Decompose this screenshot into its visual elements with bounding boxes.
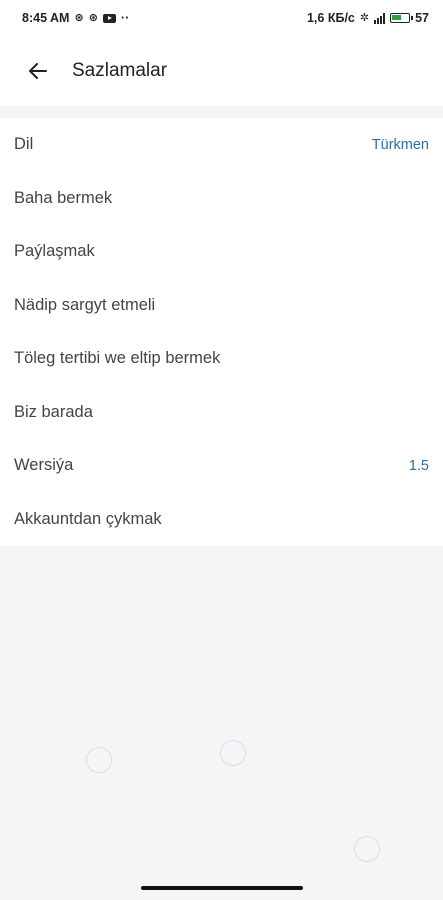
network-speed: 1,6 КБ/с xyxy=(306,11,355,25)
settings-item-label: Töleg tertibi we eltip bermek xyxy=(14,349,221,368)
settings-item-label: Baha bermek xyxy=(14,188,113,207)
touch-indicator xyxy=(220,740,246,766)
touch-indicator xyxy=(86,747,112,773)
status-right: 1,6 КБ/с ✲ 57 xyxy=(307,11,429,25)
notification-icon: ⊛ xyxy=(74,11,84,24)
language-value: Türkmen xyxy=(371,136,429,153)
version-value: 1.5 xyxy=(408,457,429,474)
settings-item-share[interactable]: Paýlaşmak xyxy=(0,225,443,279)
settings-item-label: Nädip sargyt etmeli xyxy=(14,295,156,314)
status-bar: 8:45 AM ⊛ ⊛ ·· 1,6 КБ/с ✲ 57 xyxy=(0,0,443,36)
page-title: Sazlamalar xyxy=(72,60,168,81)
home-indicator[interactable] xyxy=(141,886,303,890)
settings-item-label: Paýlaşmak xyxy=(14,242,95,261)
touch-indicator xyxy=(354,836,380,862)
settings-item-label: Dil xyxy=(14,135,34,154)
youtube-icon xyxy=(102,13,116,23)
status-time: 8:45 AM xyxy=(22,11,70,25)
settings-item-label: Biz barada xyxy=(14,402,93,421)
battery-icon xyxy=(390,13,414,23)
status-left: 8:45 AM ⊛ ⊛ ·· xyxy=(22,11,129,25)
settings-item-label: Akkauntdan çykmak xyxy=(14,509,162,528)
section-divider xyxy=(0,106,443,118)
settings-item-label: Wersiýa xyxy=(14,456,74,475)
battery-percent: 57 xyxy=(415,11,429,25)
settings-item-payment-delivery[interactable]: Töleg tertibi we eltip bermek xyxy=(0,332,443,386)
alarm-icon: ✲ xyxy=(359,11,370,24)
settings-item-version: Wersiýa 1.5 xyxy=(0,439,443,493)
more-notifications-icon: ·· xyxy=(120,11,130,25)
settings-item-logout[interactable]: Akkauntdan çykmak xyxy=(0,493,443,547)
settings-item-rate[interactable]: Baha bermek xyxy=(0,172,443,226)
settings-item-language[interactable]: Dil Türkmen xyxy=(0,118,443,172)
app-header: Sazlamalar xyxy=(0,36,443,106)
arrow-left-icon xyxy=(29,63,47,79)
settings-list: Dil Türkmen Baha bermek Paýlaşmak Nädip … xyxy=(0,118,443,546)
notification-icon-2: ⊛ xyxy=(88,11,98,24)
signal-icon xyxy=(374,12,386,24)
settings-item-about[interactable]: Biz barada xyxy=(0,386,443,440)
settings-item-how-to-order[interactable]: Nädip sargyt etmeli xyxy=(0,279,443,333)
back-button[interactable] xyxy=(24,57,52,85)
